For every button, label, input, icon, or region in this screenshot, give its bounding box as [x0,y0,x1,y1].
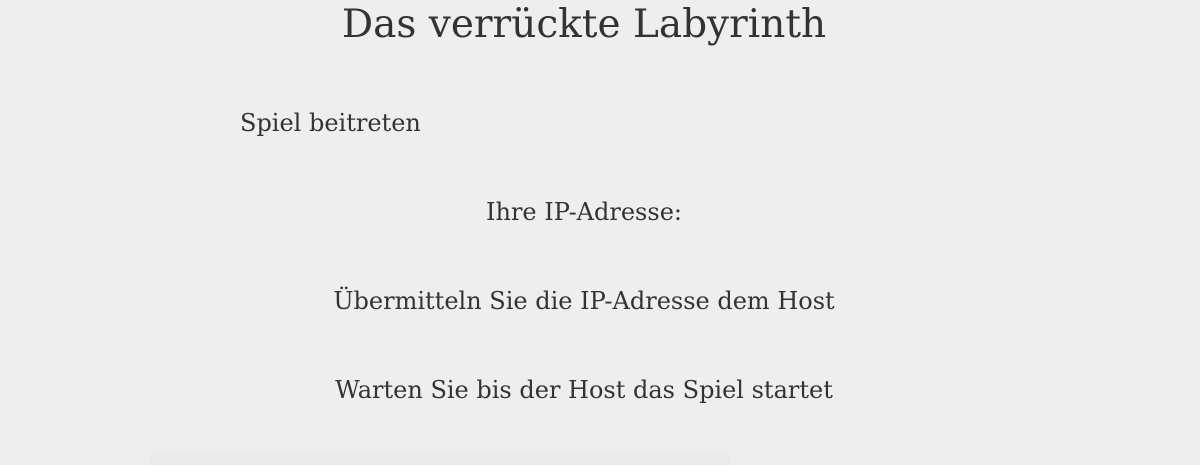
ip-address-label: Ihre IP-Adresse: [486,198,682,226]
bottom-panel-edge [150,447,730,465]
wait-for-host-instruction: Warten Sie bis der Host das Spiel starte… [335,376,833,404]
join-game-heading: Spiel beitreten [240,109,421,137]
page-title: Das verrückte Labyrinth [341,2,827,47]
send-ip-instruction: Übermitteln Sie die IP-Adresse dem Host [333,287,835,315]
